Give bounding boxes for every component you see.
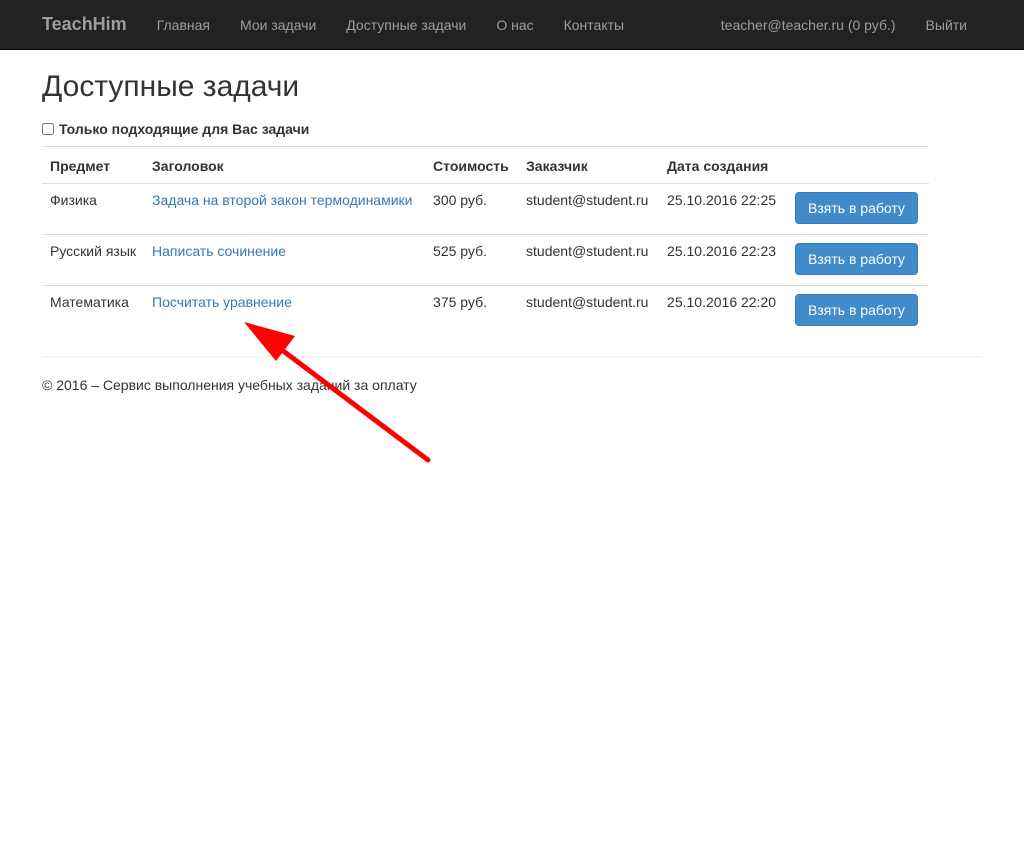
table-header-row: Предмет Заголовок Стоимость Заказчик Дат… bbox=[42, 146, 929, 184]
cell-customer: student@student.ru bbox=[526, 192, 649, 208]
top-navbar: TeachHim Главная Мои задачи Доступные за… bbox=[0, 0, 1024, 50]
cell-date: 25.10.2016 22:25 bbox=[667, 192, 777, 208]
header-date: Дата создания bbox=[659, 146, 788, 184]
task-title-link[interactable]: Посчитать уравнение bbox=[152, 294, 292, 310]
table-row: Математика Посчитать уравнение 375 руб. … bbox=[42, 285, 929, 337]
header-price: Стоимость bbox=[425, 146, 519, 184]
cell-price: 375 руб. bbox=[425, 285, 519, 337]
suitable-tasks-checkbox[interactable] bbox=[42, 123, 54, 135]
cell-date: 25.10.2016 22:20 bbox=[659, 285, 788, 337]
header-customer: Заказчик bbox=[518, 146, 660, 184]
task-title-link[interactable]: Написать сочинение bbox=[152, 243, 286, 259]
take-task-button[interactable]: Взять в работу bbox=[795, 243, 918, 275]
header-action bbox=[787, 146, 929, 184]
table-row: Русский язык Написать сочинение 525 руб.… bbox=[42, 234, 929, 286]
cell-customer: student@student.ru bbox=[518, 234, 660, 286]
cell-customer: student@student.ru bbox=[518, 285, 660, 337]
nav-link-home[interactable]: Главная bbox=[157, 17, 210, 33]
nav-link-available-tasks[interactable]: Доступные задачи bbox=[346, 17, 466, 33]
cell-subject: Физика bbox=[50, 192, 97, 208]
suitable-tasks-label: Только подходящие для Вас задачи bbox=[59, 121, 310, 137]
header-subject: Предмет bbox=[42, 146, 145, 184]
cell-subject: Математика bbox=[42, 285, 145, 337]
logout-link[interactable]: Выйти bbox=[926, 17, 967, 33]
cell-price: 525 руб. bbox=[425, 234, 519, 286]
footer-copyright: © 2016 – Сервис выполнения учебных задан… bbox=[42, 376, 417, 393]
brand-link[interactable]: TeachHim bbox=[42, 14, 127, 35]
nav-link-contacts[interactable]: Контакты bbox=[564, 17, 624, 33]
cell-price: 300 руб. bbox=[433, 192, 487, 208]
take-task-button[interactable]: Взять в работу bbox=[795, 294, 918, 326]
navbar-right: teacher@teacher.ru (0 руб.) Выйти bbox=[691, 17, 1024, 33]
footer: © 2016 – Сервис выполнения учебных задан… bbox=[42, 377, 982, 393]
header-title: Заголовок bbox=[144, 146, 426, 184]
suitable-tasks-filter[interactable]: Только подходящие для Вас задачи bbox=[42, 121, 982, 137]
cell-subject: Русский язык bbox=[42, 234, 145, 286]
table-row: Физика Задача на второй закон термодинам… bbox=[42, 184, 929, 235]
task-title-link[interactable]: Задача на второй закон термодинамики bbox=[152, 192, 412, 208]
page-title: Доступные задачи bbox=[42, 70, 300, 103]
take-task-button[interactable]: Взять в работу bbox=[795, 192, 918, 224]
main-container: Доступные задачи Только подходящие для В… bbox=[0, 70, 1024, 393]
nav-link-about[interactable]: О нас bbox=[496, 17, 533, 33]
nav-link-my-tasks[interactable]: Мои задачи bbox=[240, 17, 316, 33]
cell-date: 25.10.2016 22:23 bbox=[659, 234, 788, 286]
tasks-table: Предмет Заголовок Стоимость Заказчик Дат… bbox=[42, 146, 929, 337]
user-account-link[interactable]: teacher@teacher.ru (0 руб.) bbox=[721, 17, 896, 33]
footer-divider bbox=[42, 355, 982, 357]
